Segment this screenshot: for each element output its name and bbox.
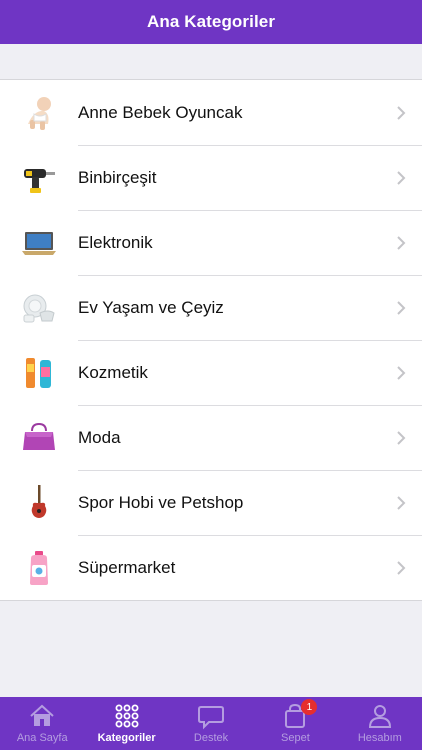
tab-kategoriler[interactable]: Kategoriler (84, 697, 168, 750)
user-icon (368, 705, 391, 728)
guitar-icon (20, 484, 58, 522)
category-label: Süpermarket (78, 557, 176, 577)
cosmetics-icon (20, 354, 58, 392)
drill-icon (20, 159, 58, 197)
tab-ana-sayfa[interactable]: Ana Sayfa (0, 697, 84, 750)
laptop-icon (20, 224, 58, 262)
category-label: Binbirçeşit (78, 167, 157, 187)
category-row-spor-hobi[interactable]: Spor Hobi ve Petshop (0, 470, 422, 535)
top-nav-bar: Ana Kategoriler (0, 0, 422, 44)
chevron-right-icon (397, 365, 406, 380)
category-label: Spor Hobi ve Petshop (78, 492, 244, 512)
tab-hesabim[interactable]: Hesabım (338, 697, 422, 750)
category-row-kozmetik[interactable]: Kozmetik (0, 340, 422, 405)
tab-label: Sepet (281, 732, 310, 744)
category-row-ev-yasam[interactable]: Ev Yaşam ve Çeyiz (0, 275, 422, 340)
detergent-icon (20, 549, 58, 587)
baby-icon (20, 94, 58, 132)
chevron-right-icon (397, 105, 406, 120)
chevron-right-icon (397, 235, 406, 250)
category-row-elektronik[interactable]: Elektronik (0, 210, 422, 275)
category-label: Moda (78, 427, 121, 447)
tab-destek[interactable]: Destek (169, 697, 253, 750)
grid-icon (115, 704, 139, 728)
bag-icon (20, 419, 58, 457)
chevron-right-icon (397, 430, 406, 445)
tab-label: Destek (193, 732, 229, 744)
category-label: Elektronik (78, 232, 153, 252)
category-row-anne-bebek[interactable]: Anne Bebek Oyuncak (0, 80, 422, 145)
category-label: Kozmetik (78, 362, 148, 382)
category-label: Ev Yaşam ve Çeyiz (78, 297, 224, 317)
chevron-right-icon (397, 495, 406, 510)
category-list: Anne Bebek Oyuncak Binbirçeşit Elektroni… (0, 79, 422, 601)
tab-label: Hesabım (357, 732, 402, 744)
page-title: Ana Kategoriler (146, 12, 276, 31)
category-row-supermarket[interactable]: Süpermarket (0, 535, 422, 600)
tab-label: Ana Sayfa (16, 732, 68, 744)
category-label: Anne Bebek Oyuncak (78, 102, 243, 122)
tab-sepet[interactable]: 1 Sepet (253, 697, 337, 750)
cart-count-badge: 1 (301, 699, 318, 715)
bottom-tab-bar: Ana Sayfa Kategoriler Destek 1 Sepet Hes… (0, 697, 422, 750)
dishes-icon (20, 289, 58, 327)
chevron-right-icon (397, 560, 406, 575)
category-row-binbircesit[interactable]: Binbirçeşit (0, 145, 422, 210)
home-icon (30, 704, 54, 726)
chevron-right-icon (397, 300, 406, 315)
tab-label: Kategoriler (97, 732, 156, 744)
category-row-moda[interactable]: Moda (0, 405, 422, 470)
chat-icon (198, 706, 225, 730)
chevron-right-icon (397, 170, 406, 185)
